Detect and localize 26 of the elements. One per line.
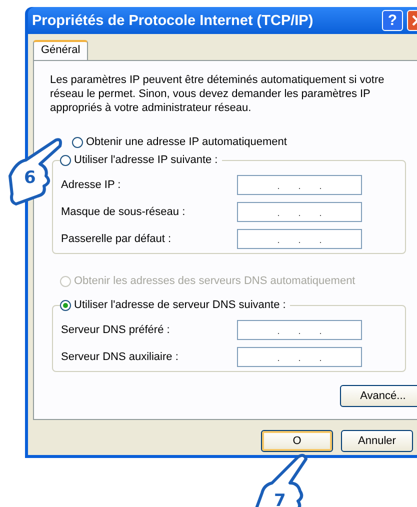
field-label: Serveur DNS auxiliaire :	[61, 351, 180, 363]
window-title: Propriétés de Protocole Internet (TCP/IP)	[32, 12, 314, 28]
ip-address-field[interactable]	[237, 229, 362, 249]
radio-button[interactable]	[60, 154, 71, 166]
dialog-button[interactable]: O	[261, 430, 333, 452]
help-button[interactable]: ?	[382, 10, 403, 31]
advanced-button[interactable]: Avancé...	[340, 385, 417, 407]
radio-label: Utiliser l'adresse IP suivante :	[74, 154, 218, 166]
ip-address-field[interactable]	[237, 347, 362, 367]
dialog-button[interactable]: Annuler	[341, 430, 413, 452]
step-number: 7	[274, 491, 286, 507]
radio-button[interactable]	[60, 300, 71, 310]
field-label: Adresse IP :	[61, 179, 122, 191]
field-label: Passerelle par défaut :	[61, 233, 172, 245]
field-label: Serveur DNS préféré :	[61, 324, 171, 336]
field-label: Masque de sous-réseau :	[61, 206, 186, 218]
radio-label: Utiliser l'adresse de serveur DNS suivante :	[74, 299, 286, 311]
step-number: 6	[24, 168, 36, 188]
ip-address-field[interactable]	[237, 320, 362, 340]
radio-label: Obtenir les adresses des serveurs DNS automatiquement	[74, 275, 356, 287]
radio-label: Obtenir une adresse IP automatiquement	[86, 136, 287, 148]
ip-address-field[interactable]	[237, 175, 362, 195]
ip-address-field[interactable]	[237, 202, 362, 222]
radio-button[interactable]	[72, 136, 83, 148]
intro-text: Les paramètres IP peuvent être déteminés automatiquement si votre réseau le permet. Sinon, vous devez demander les paramètres IP appropriés à votre administrateur réseau.	[50, 73, 386, 115]
tab[interactable]: Général	[33, 40, 88, 60]
